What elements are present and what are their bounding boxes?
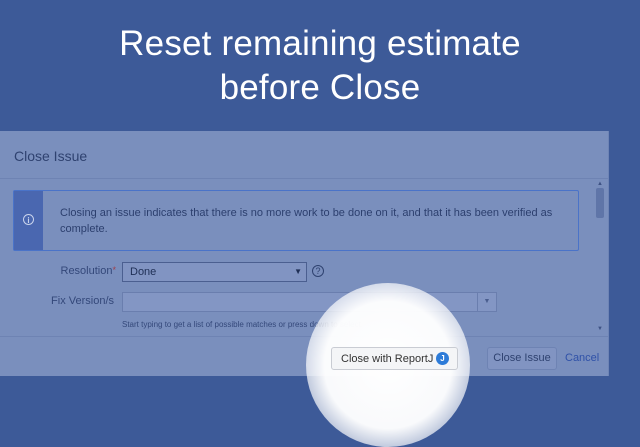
close-issue-button[interactable]: Close Issue [487, 347, 557, 370]
scroll-down-icon[interactable]: ▼ [597, 326, 603, 332]
reportj-logo-icon: J [436, 352, 449, 365]
scroll-thumb[interactable] [596, 188, 604, 218]
close-with-reportj-button[interactable]: Close with ReportJ J [331, 347, 458, 370]
fix-version-dropdown-icon[interactable]: ▼ [477, 293, 496, 311]
cancel-link[interactable]: Cancel [565, 352, 599, 364]
reportj-button-label: Close with ReportJ [341, 353, 434, 365]
info-message: i Closing an issue indicates that there … [13, 190, 579, 251]
dialog-title: Close Issue [14, 148, 88, 164]
headline-line-1: Reset remaining estimate [119, 24, 521, 63]
info-message-text: Closing an issue indicates that there is… [60, 207, 553, 235]
resolution-label: Resolution* [40, 265, 117, 277]
fix-version-label: Fix Version/s [51, 295, 114, 307]
headline-line-2: before Close [219, 68, 421, 107]
dialog-header: Close Issue [0, 131, 608, 179]
help-icon[interactable]: ? [312, 265, 324, 277]
info-stripe: i [14, 191, 43, 250]
promo-headline: Reset remaining estimate before Close [0, 22, 640, 110]
resolution-select[interactable]: Done ▼ [122, 262, 307, 282]
dialog-body: i Closing an issue indicates that there … [0, 179, 594, 336]
scroll-up-icon[interactable]: ▲ [597, 181, 603, 187]
close-issue-dialog: Close Issue i Closing an issue indicates… [0, 131, 609, 376]
chevron-down-icon: ▼ [294, 267, 302, 276]
required-marker: * [112, 265, 116, 275]
dialog-scrollbar[interactable]: ▲ ▼ [594, 179, 606, 336]
info-icon: i [23, 214, 34, 225]
resolution-value: Done [130, 266, 157, 278]
resolution-label-text: Resolution [60, 265, 113, 277]
